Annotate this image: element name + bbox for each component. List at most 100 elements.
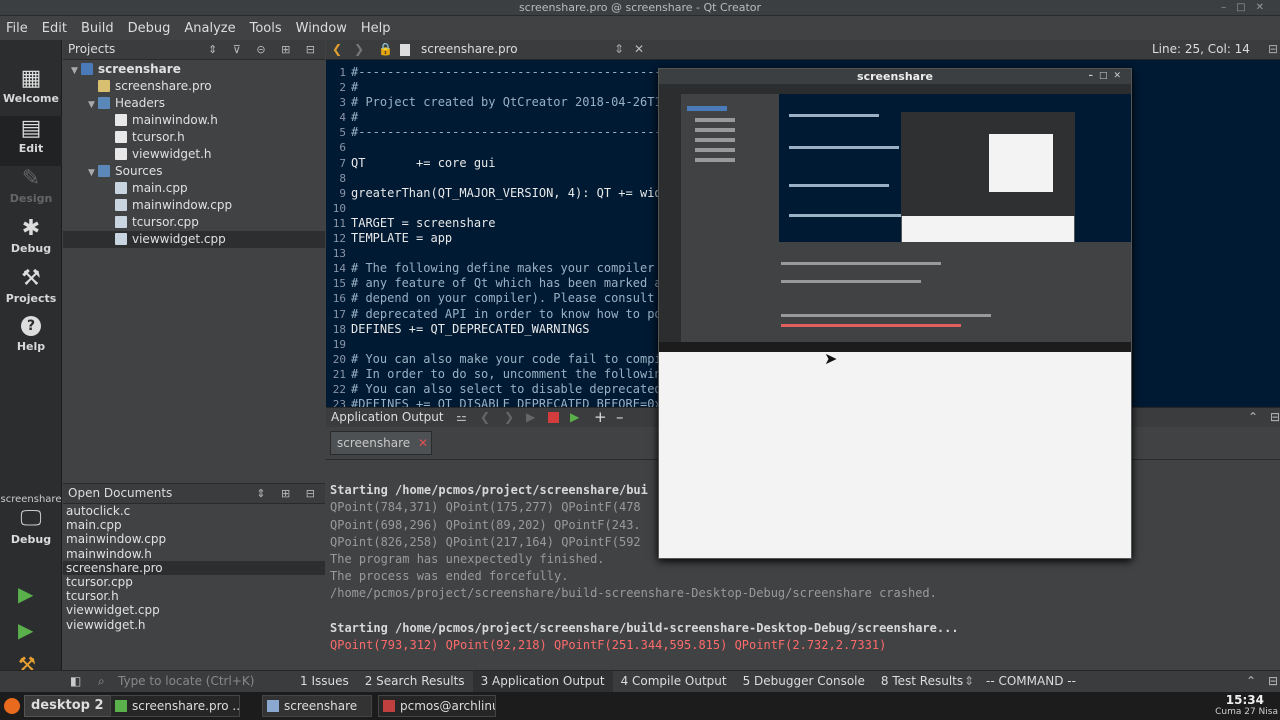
tree-file[interactable]: tcursor.cpp [63, 214, 325, 231]
split-icon[interactable]: ⊟ [1268, 40, 1278, 59]
menu-build[interactable]: Build [81, 21, 114, 36]
tree-file[interactable]: mainwindow.cpp [63, 197, 325, 214]
open-documents-pane: Open Documents ⇕ ⊞ ⊟ autoclick.c main.cpp… [63, 483, 325, 670]
screenshare-window-controls[interactable]: –□✕ [1088, 69, 1127, 84]
next-icon[interactable]: ❯ [504, 408, 514, 427]
line-number: 23 [332, 398, 346, 407]
taskbar-app-2[interactable]: screenshare [262, 695, 372, 717]
taskbar-app-1[interactable]: screenshare.pro ... [110, 695, 240, 717]
tree-item-label: mainwindow.cpp [132, 198, 233, 212]
tree-file[interactable]: tcursor.h [63, 129, 325, 146]
mode-debug[interactable]: ✱ Debug [0, 216, 62, 266]
tree-item-label: screenshare.pro [115, 79, 212, 93]
tree-file[interactable]: mainwindow.h [63, 112, 325, 129]
tree-folder[interactable]: ▼ Sources [63, 163, 325, 180]
vim-mode-indicator: -- COMMAND -- [986, 674, 1076, 688]
run-icon[interactable]: ▶ [526, 408, 535, 427]
screenshare-title: screenshare [857, 70, 933, 83]
projects-pane-title: Projects [68, 42, 116, 56]
up-arrow-icon[interactable]: ⌃ [1246, 671, 1256, 692]
locator-input[interactable]: Type to locate (Ctrl+K) [118, 671, 254, 692]
menu-debug[interactable]: Debug [128, 21, 171, 36]
close-file-icon[interactable]: ✕ [634, 40, 644, 59]
mode-selector: ▦ Welcome ▤ Edit ✎ Design ✱ Debug ⚒ Projects? Help… [0, 40, 62, 676]
open-document-item[interactable]: mainwindow.h [63, 547, 325, 561]
forward-arrow-icon[interactable]: ❯ [354, 40, 364, 59]
open-document-item[interactable]: mainwindow.cpp [63, 532, 325, 546]
pane-button-5[interactable]: 5 Debugger Console [735, 671, 873, 692]
maximize-pane-icon[interactable]: ⌃ [1248, 408, 1258, 427]
h-file-icon [115, 114, 127, 126]
firefox-icon[interactable] [4, 698, 20, 714]
open-document-item[interactable]: main.cpp [63, 518, 325, 532]
output-pane-title: Application Output [331, 410, 444, 424]
add-icon[interactable]: + [594, 408, 607, 427]
window-controls[interactable]: –□✕ [1221, 0, 1274, 15]
menu-analyze[interactable]: Analyze [184, 21, 235, 36]
line-number: 11 [332, 216, 346, 230]
expand-icon[interactable]: ⊟ [1268, 671, 1278, 692]
open-document-item[interactable]: viewwidget.cpp [63, 603, 325, 617]
debug-run-button[interactable]: ▶ [18, 618, 33, 642]
menu-edit[interactable]: Edit [42, 21, 67, 36]
open-document-item[interactable]: screenshare.pro [63, 560, 325, 575]
mode-help[interactable]: ? Help [0, 316, 62, 366]
tree-item-label: screenshare [98, 62, 181, 76]
pane-button-1[interactable]: 1 Issues [292, 671, 357, 692]
mode-edit[interactable]: ▤ Edit [0, 116, 62, 166]
mode-projects[interactable]: ⚒ Projects [0, 266, 62, 316]
mode-label: Welcome [3, 92, 59, 105]
tree-folder[interactable]: ▼ Headers [63, 95, 325, 112]
mode-design[interactable]: ✎ Design [0, 166, 62, 216]
output-tab[interactable]: screenshare ✕ [330, 431, 432, 455]
cursor-position: Line: 25, Col: 14 [1152, 42, 1250, 56]
toggle-sidebar-icon[interactable]: ◧ [70, 671, 81, 692]
open-documents-tools[interactable]: ⇕ ⊞ ⊟ [256, 484, 321, 503]
cpp-file-icon [115, 233, 127, 245]
menu-tools[interactable]: Tools [250, 21, 282, 36]
open-document-item[interactable]: autoclick.c [63, 504, 325, 518]
back-arrow-icon[interactable]: ❮ [332, 40, 342, 59]
mouse-cursor-icon: ➤ [824, 349, 838, 368]
desktop-switcher[interactable]: desktop 2 [24, 695, 111, 717]
tree-file[interactable]: viewwidget.cpp [63, 231, 325, 248]
file-combo-arrow-icon[interactable]: ⇕ [614, 40, 624, 59]
run-button[interactable]: ▶ [18, 582, 33, 606]
open-document-item[interactable]: viewwidget.h [63, 618, 325, 632]
kit-selector[interactable]: screenshare 🖵 Debug [0, 494, 62, 560]
open-document-item[interactable]: tcursor.cpp [63, 575, 325, 589]
tree-file[interactable]: main.cpp [63, 180, 325, 197]
menu-help[interactable]: Help [361, 21, 391, 36]
close-tab-icon[interactable]: ✕ [418, 436, 428, 450]
line-number: 4 [339, 111, 346, 125]
prev-icon[interactable]: ❮ [480, 408, 490, 427]
output-line: QPoint(793,312) QPoint(92,218) QPointF(2… [330, 637, 887, 652]
pane-button-6[interactable]: 8 Test Results [873, 671, 971, 692]
open-document-item[interactable]: tcursor.h [63, 589, 325, 603]
pane-button-4[interactable]: 4 Compile Output [613, 671, 735, 692]
grid-icon: ▦ [20, 66, 42, 91]
clock-time: 15:34 [1225, 693, 1264, 707]
tree-file[interactable]: screenshare.pro [63, 78, 325, 95]
editor-file-combo[interactable]: screenshare.pro [421, 40, 518, 59]
tree-project[interactable]: ▼ screenshare [63, 61, 325, 78]
pane-chooser-arrow-icon[interactable]: ⇕ [964, 671, 974, 692]
menu-window[interactable]: Window [296, 21, 347, 36]
pane-button-3[interactable]: 3 Application Output [472, 671, 613, 692]
pane-button-2[interactable]: 2 Search Results [357, 671, 473, 692]
help-icon: ? [21, 316, 41, 336]
mode-welcome[interactable]: ▦ Welcome [0, 66, 62, 116]
output-tab-label: screenshare [337, 436, 411, 450]
open-document-label: tcursor.cpp [66, 574, 133, 589]
taskbar-app-3[interactable]: pcmos@archlinu... [378, 695, 496, 717]
attach-icon[interactable]: ⚍ [456, 408, 467, 427]
debug-run-icon[interactable]: ▶ [570, 408, 579, 427]
stop-icon[interactable] [548, 412, 559, 423]
screenshare-window[interactable]: screenshare –□✕ ➤ [658, 68, 1132, 559]
tree-file[interactable]: viewwidget.h [63, 146, 325, 163]
menu-file[interactable]: File [6, 21, 28, 36]
remove-icon[interactable]: – [616, 408, 624, 427]
projects-pane-tools[interactable]: ⇕ ⊽ ⊝ ⊞ ⊟ [208, 40, 321, 59]
close-pane-icon[interactable]: ⊟ [1270, 408, 1280, 427]
